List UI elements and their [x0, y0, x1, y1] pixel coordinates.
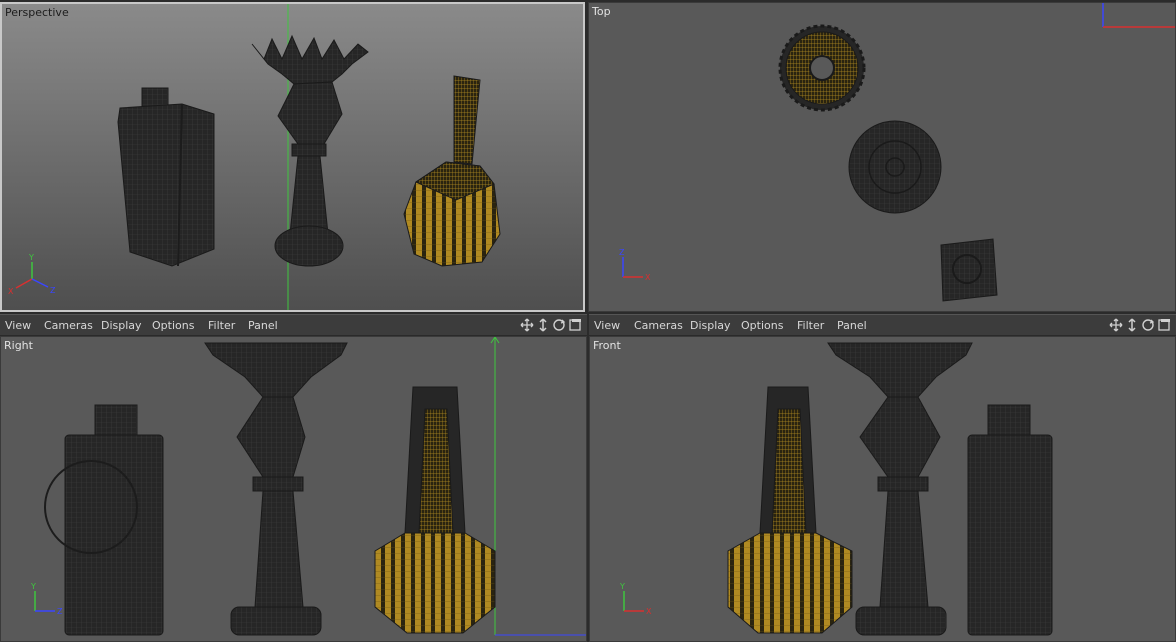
menu-options[interactable]: Options [741, 319, 783, 332]
viewport-menubar-right: View Cameras Display Options Filter Pane… [589, 314, 1176, 336]
menu-cameras[interactable]: Cameras [634, 319, 683, 332]
menu-panel[interactable]: Panel [248, 319, 278, 332]
menu-filter[interactable]: Filter [208, 319, 235, 332]
axis-z-label: Z [57, 607, 63, 616]
square-bottle-mesh [117, 87, 215, 267]
square-bottle-front-mesh [967, 404, 1053, 636]
right-scene[interactable]: Y Z [1, 337, 587, 642]
gold-vase-top-mesh [848, 120, 942, 214]
axis-x-label: X [645, 273, 651, 282]
viewport-right[interactable]: Y Z Right [0, 336, 587, 642]
viewport-perspective[interactable]: Y X Z Perspective [0, 2, 585, 312]
maximize-view-icon[interactable] [1157, 318, 1171, 332]
perspective-scene[interactable]: Y X Z [2, 4, 585, 312]
goblet-top-mesh [778, 24, 866, 112]
right-axis-gizmo: Y Z [30, 582, 63, 616]
viewport-top[interactable]: Z X Top [588, 2, 1176, 312]
move-view-icon[interactable] [1109, 318, 1123, 332]
top-scene[interactable]: Z X [589, 3, 1176, 312]
rotate-view-icon[interactable] [552, 318, 566, 332]
menu-options[interactable]: Options [152, 319, 194, 332]
front-axis-gizmo: Y X [619, 582, 652, 616]
viewport-label: Top [592, 5, 611, 18]
axis-z-label: Z [50, 286, 56, 295]
viewport-label: Perspective [5, 6, 69, 19]
dolly-view-icon[interactable] [536, 318, 550, 332]
viewport-label: Front [593, 339, 621, 352]
axis-x-label: X [646, 607, 652, 616]
menu-cameras[interactable]: Cameras [44, 319, 93, 332]
menu-display[interactable]: Display [690, 319, 731, 332]
axis-y-label: Y [30, 582, 36, 591]
viewport-menubar-left: View Cameras Display Options Filter Pane… [0, 314, 587, 336]
gold-vase-side-mesh [374, 386, 496, 634]
axis-y-label: Y [28, 253, 34, 262]
move-view-icon[interactable] [520, 318, 534, 332]
menu-panel[interactable]: Panel [837, 319, 867, 332]
rotate-view-icon[interactable] [1141, 318, 1155, 332]
bottle-top-mesh [940, 238, 998, 302]
viewport-front[interactable]: Y X Front [589, 336, 1176, 642]
menu-filter[interactable]: Filter [797, 319, 824, 332]
top-axis-gizmo: Z X [619, 248, 651, 282]
menu-view[interactable]: View [594, 319, 620, 332]
axis-z-label: Z [619, 248, 625, 257]
dolly-view-icon[interactable] [1125, 318, 1139, 332]
front-scene[interactable]: Y X [590, 337, 1176, 642]
square-bottle-side-mesh [44, 404, 164, 636]
axis-x-label: X [8, 287, 14, 296]
goblet-side-mesh [204, 342, 348, 636]
menu-display[interactable]: Display [101, 319, 142, 332]
axis-y-label: Y [619, 582, 625, 591]
gold-vase-front-mesh [727, 386, 853, 634]
maximize-view-icon[interactable] [568, 318, 582, 332]
menu-view[interactable]: View [5, 319, 31, 332]
viewport-label: Right [4, 339, 33, 352]
